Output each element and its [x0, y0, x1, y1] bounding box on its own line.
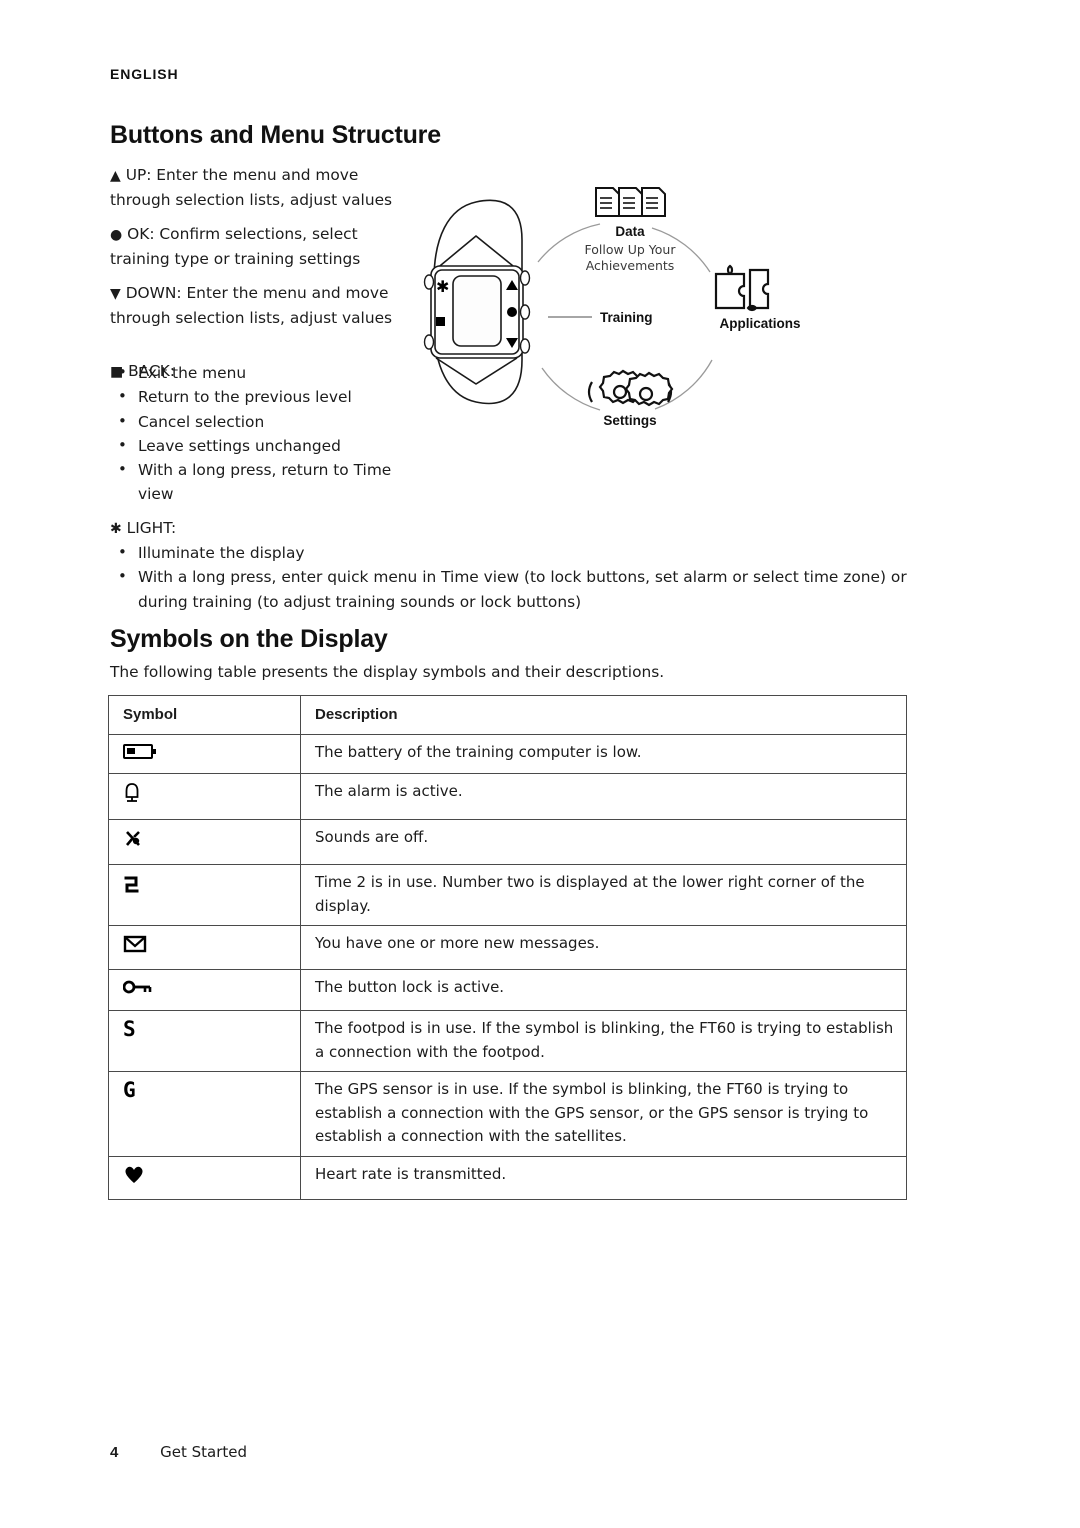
- watch-back-icon: [436, 317, 445, 326]
- diagram-label-data: Data: [615, 224, 645, 239]
- symbol-cell: [108, 1155, 301, 1200]
- list-item: Cancel selection: [110, 409, 400, 434]
- data-documents-icon: [595, 187, 666, 217]
- settings-gears-icon: [587, 369, 674, 407]
- sounds-off-icon: [126, 830, 140, 846]
- footpod-s-icon: S: [123, 1017, 136, 1041]
- document-page: ENGLISH Buttons and Menu Structure ▲ UP:…: [0, 0, 1080, 1528]
- new-message-icon: [123, 935, 147, 953]
- list-item: With a long press, enter quick menu in T…: [110, 564, 910, 614]
- list-item: Exit the menu: [110, 360, 400, 385]
- button-lock-key-icon: [122, 980, 152, 993]
- menu-structure-diagram: ✱ Data Follow Up Your Achievements Appli…: [420, 160, 820, 450]
- symbol-cell: S: [108, 1010, 301, 1072]
- symbol-cell: [108, 968, 301, 1011]
- description-cell: Time 2 is in use. Number two is displaye…: [300, 864, 907, 926]
- down-triangle-icon: ▼: [110, 286, 121, 302]
- description-cell: The button lock is active.: [300, 968, 907, 1011]
- paragraph-down-text: DOWN: Enter the menu and move through se…: [110, 284, 393, 327]
- paragraph-ok: ● OK: Confirm selections, select trainin…: [110, 222, 410, 271]
- paragraph-light: ✱ LIGHT:: [110, 516, 410, 541]
- heart-rate-icon: [125, 1166, 143, 1183]
- page-title-buttons-and-menu-structure: Buttons and Menu Structure: [110, 121, 441, 149]
- symbol-cell: [108, 733, 301, 774]
- description-cell: The footpod is in use. If the symbol is …: [300, 1010, 907, 1072]
- paragraph-light-text: LIGHT:: [126, 519, 177, 537]
- diagram-label-applications: Applications: [719, 316, 800, 331]
- footer-page-number: 4: [110, 1444, 119, 1461]
- list-item: With a long press, return to Time view: [110, 457, 400, 507]
- symbol-cell: [108, 818, 301, 865]
- alarm-bell-icon: [125, 783, 139, 802]
- page-title-symbols-on-the-display: Symbols on the Display: [110, 625, 388, 653]
- diagram-sub-data-line2: Achievements: [586, 258, 675, 273]
- symbol-cell: [108, 925, 301, 970]
- table-row: The button lock is active.: [108, 968, 907, 1011]
- back-bullet-list: Exit the menu Return to the previous lev…: [110, 360, 400, 507]
- time-two-icon: [124, 876, 139, 893]
- diagram-sub-data-line1: Follow Up Your: [585, 242, 677, 257]
- table-row: Sounds are off.: [108, 818, 907, 865]
- light-bullet-list: Illuminate the display With a long press…: [110, 540, 910, 614]
- table-row: G The GPS sensor is in use. If the symbo…: [108, 1071, 907, 1157]
- table-row: You have one or more new messages.: [108, 925, 907, 970]
- list-item: Leave settings unchanged: [110, 433, 400, 458]
- table-row: The alarm is active.: [108, 773, 907, 820]
- running-head: ENGLISH: [110, 66, 179, 82]
- column-header-description: Description: [300, 695, 907, 735]
- list-item: Illuminate the display: [110, 540, 910, 565]
- description-cell: Heart rate is transmitted.: [300, 1155, 907, 1200]
- ok-dot-icon: ●: [110, 227, 123, 243]
- paragraph-ok-text: OK: Confirm selections, select training …: [110, 225, 361, 268]
- watch-light-icon: ✱: [436, 277, 449, 296]
- watch-ok-icon: [507, 307, 517, 317]
- description-cell: The battery of the training computer is …: [300, 733, 907, 774]
- diagram-label-settings: Settings: [603, 413, 656, 428]
- list-item: Return to the previous level: [110, 384, 400, 409]
- column-header-symbol: Symbol: [108, 695, 301, 735]
- applications-puzzle-icon: [714, 264, 770, 312]
- description-cell: The alarm is active.: [300, 773, 907, 820]
- footer-chapter: Get Started: [160, 1443, 248, 1461]
- light-asterisk-icon: ✱: [110, 521, 122, 537]
- battery-low-icon: [123, 743, 156, 759]
- description-cell: You have one or more new messages.: [300, 925, 907, 970]
- symbol-cell: G: [108, 1071, 301, 1157]
- description-cell: The GPS sensor is in use. If the symbol …: [300, 1071, 907, 1157]
- symbol-cell: [108, 773, 301, 820]
- table-header-row: Symbol Description: [108, 695, 907, 735]
- paragraph-up: ▲ UP: Enter the menu and move through se…: [110, 163, 410, 212]
- description-cell: Sounds are off.: [300, 818, 907, 865]
- page-footer: 4 Get Started: [110, 1443, 247, 1461]
- table-row: Time 2 is in use. Number two is displaye…: [108, 864, 907, 926]
- paragraph-down: ▼ DOWN: Enter the menu and move through …: [110, 281, 410, 330]
- symbols-table: Symbol Description The battery of the tr…: [108, 695, 907, 1200]
- gps-g-icon: G: [123, 1078, 136, 1102]
- table-row: The battery of the training computer is …: [108, 733, 907, 774]
- table-row: Heart rate is transmitted.: [108, 1155, 907, 1200]
- symbol-cell: [108, 864, 301, 926]
- table-row: S The footpod is in use. If the symbol i…: [108, 1010, 907, 1072]
- diagram-label-training: Training: [600, 310, 653, 325]
- symbols-intro-text: The following table presents the display…: [110, 663, 665, 681]
- up-triangle-icon: ▲: [110, 168, 121, 184]
- paragraph-up-text: UP: Enter the menu and move through sele…: [110, 166, 393, 209]
